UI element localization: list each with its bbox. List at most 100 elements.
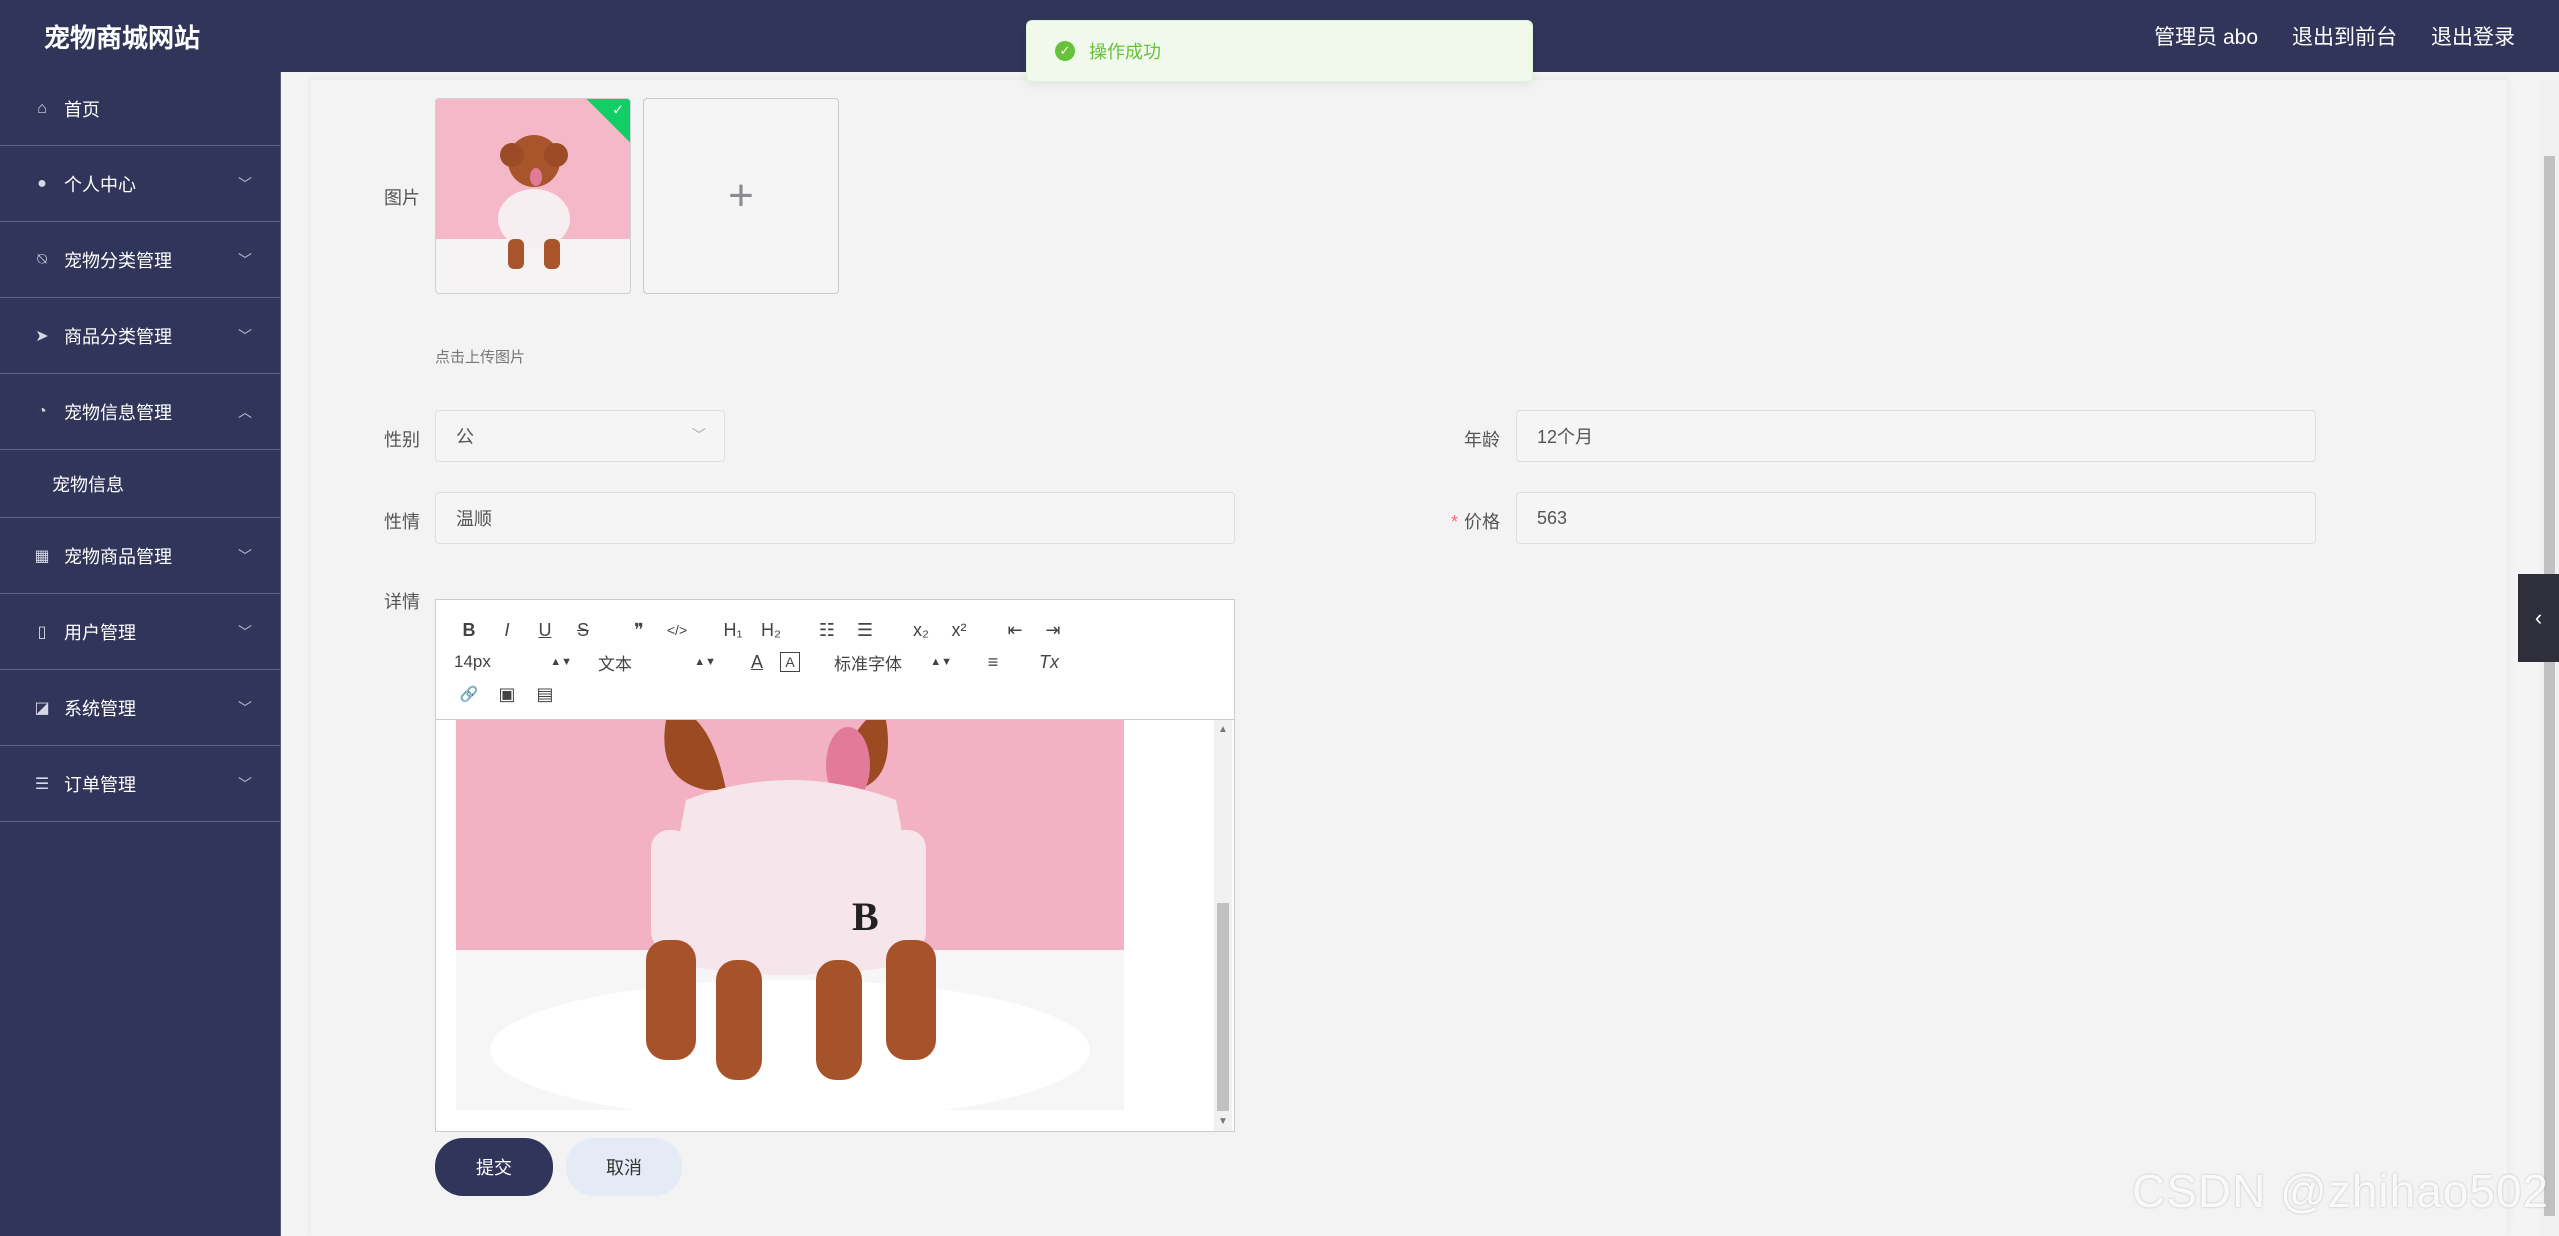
collapse-panel-button[interactable]: ‹ <box>2518 574 2559 662</box>
plus-icon: + <box>728 171 754 220</box>
bell-off-icon: ⍉ <box>37 250 47 268</box>
age-label: 年龄 <box>1464 430 1500 450</box>
sidebar-subitem-pet-info[interactable]: 宠物信息 <box>0 450 280 518</box>
gender-value: 公 <box>456 427 474 447</box>
svg-text:B: B <box>852 894 879 939</box>
chevron-down-icon: ﹀ <box>238 776 252 792</box>
bullet-list-button[interactable]: ☰ <box>850 617 880 643</box>
sidebar-item-users[interactable]: ▯ 用户管理 ﹀ <box>0 594 280 670</box>
sidebar-item-profile[interactable]: ● 个人中心 ﹀ <box>0 146 280 222</box>
exit-to-front-link[interactable]: 退出到前台 <box>2292 21 2397 51</box>
subscript-button[interactable]: x₂ <box>906 617 936 643</box>
font-family-value: 标准字体 <box>834 654 902 674</box>
user-icon: ● <box>37 174 47 192</box>
price-label-wrap: * 价格 <box>1440 508 1500 534</box>
upload-hint: 点击上传图片 <box>435 349 526 366</box>
font-color-button[interactable]: A <box>742 649 772 675</box>
font-family-select[interactable]: 标准字体 ▲▼ <box>834 649 952 675</box>
success-toast: ✓ 操作成功 <box>1026 20 1533 82</box>
blockquote-button[interactable]: ❞ <box>624 617 654 643</box>
rich-text-editor: B I U S ❞ </> H₁ H₂ ☷ ☰ x₂ x² ⇤ ⇥ 14px ▲… <box>435 599 1235 1132</box>
compass-icon: ◔ <box>37 402 47 420</box>
scroll-down-icon: ▼ <box>1218 1116 1228 1127</box>
sidebar-item-label: 用户管理 <box>64 622 136 643</box>
sidebar-item-system[interactable]: ◪ 系统管理 ﹀ <box>0 670 280 746</box>
price-value: 563 <box>1537 507 1568 528</box>
editor-dog-image: B <box>456 720 1124 1110</box>
dog-photo-image <box>436 99 630 293</box>
chevron-down-icon: ﹀ <box>238 328 252 344</box>
sidebar-item-goods-category[interactable]: ➤ 商品分类管理 ﹀ <box>0 298 280 374</box>
success-check-icon: ✓ <box>1055 41 1075 61</box>
editor-content-area[interactable]: B ▲ ▼ <box>436 720 1234 1131</box>
chevron-down-icon: ﹀ <box>238 624 252 640</box>
text-style-value: 文本 <box>598 654 632 674</box>
chevron-up-icon: ︿ <box>238 404 252 420</box>
scroll-up-icon: ▲ <box>1218 724 1228 735</box>
logout-link[interactable]: 退出登录 <box>2431 21 2515 51</box>
sidebar: ⌂ 首页 ● 个人中心 ﹀ ⍉ 宠物分类管理 ﹀ ➤ 商品分类管理 ﹀ ◔ 宠物… <box>0 72 281 1236</box>
heading2-button[interactable]: H₂ <box>756 617 786 643</box>
admin-user-label: 管理员 abo <box>2154 26 2258 49</box>
chevron-down-icon: ﹀ <box>238 700 252 716</box>
superscript-button[interactable]: x² <box>944 617 974 643</box>
required-mark: * <box>1450 512 1458 532</box>
font-size-select[interactable]: 14px ▲▼ <box>454 649 572 675</box>
background-color-button[interactable]: A <box>780 652 800 672</box>
strike-button[interactable]: S <box>568 617 598 643</box>
sidebar-item-label: 系统管理 <box>64 698 136 719</box>
image-label: 图片 <box>384 188 420 208</box>
editor-scroll-thumb[interactable] <box>1217 903 1229 1111</box>
price-label: 价格 <box>1464 512 1500 532</box>
temper-label: 性情 <box>384 512 420 532</box>
age-input[interactable]: 12个月 <box>1516 410 2316 462</box>
editor-scrollbar[interactable]: ▲ ▼ <box>1214 720 1232 1131</box>
sidebar-item-label: 商品分类管理 <box>64 326 172 347</box>
sidebar-item-label: 宠物信息管理 <box>64 402 172 423</box>
code-block-button[interactable]: </> <box>662 617 692 643</box>
image-button[interactable]: ▣ <box>492 681 522 707</box>
video-button[interactable]: ▤ <box>530 681 560 707</box>
uploaded-image-thumbnail[interactable]: ✓ <box>435 98 631 294</box>
price-input[interactable]: 563 <box>1516 492 2316 544</box>
updown-icon: ▲▼ <box>930 656 952 668</box>
link-icon: 🔗 <box>459 686 479 703</box>
link-button[interactable]: 🔗 <box>454 681 484 707</box>
sidebar-item-pet-goods[interactable]: ▦ 宠物商品管理 ﹀ <box>0 518 280 594</box>
watermark: CSDN @zhihao502 <box>2132 1165 2550 1217</box>
sidebar-item-pet-category[interactable]: ⍉ 宠物分类管理 ﹀ <box>0 222 280 298</box>
age-value: 12个月 <box>1537 427 1594 447</box>
grid-icon: ▦ <box>34 547 50 565</box>
clean-format-button[interactable]: Tx <box>1034 649 1064 675</box>
updown-icon: ▲▼ <box>694 656 716 668</box>
outdent-button[interactable]: ⇤ <box>1000 617 1030 643</box>
bold-button[interactable]: B <box>454 617 484 643</box>
heading1-button[interactable]: H₁ <box>718 617 748 643</box>
detail-label: 详情 <box>384 592 420 612</box>
ordered-list-button[interactable]: ☷ <box>812 617 842 643</box>
italic-button[interactable]: I <box>492 617 522 643</box>
cancel-button[interactable]: 取消 <box>566 1138 682 1196</box>
page-scroll-thumb[interactable] <box>2544 156 2555 1216</box>
submit-button[interactable]: 提交 <box>435 1138 553 1196</box>
indent-button[interactable]: ⇥ <box>1038 617 1068 643</box>
sidebar-subitem-label: 宠物信息 <box>52 474 124 495</box>
temper-input[interactable]: 温顺 <box>435 492 1235 544</box>
paper-plane-icon: ➤ <box>35 327 49 345</box>
align-button[interactable]: ≡ <box>978 649 1008 675</box>
sidebar-item-label: 首页 <box>64 99 100 120</box>
font-size-value: 14px <box>454 652 491 671</box>
sidebar-item-pet-info[interactable]: ◔ 宠物信息管理 ︿ <box>0 374 280 450</box>
text-style-select[interactable]: 文本 ▲▼ <box>598 649 716 675</box>
home-icon: ⌂ <box>37 99 47 117</box>
top-actions: 管理员 abo 退出到前台 退出登录 <box>2154 21 2515 51</box>
check-icon: ✓ <box>612 101 625 118</box>
gender-select[interactable]: 公 ﹀ <box>435 410 725 462</box>
sidebar-item-home[interactable]: ⌂ 首页 <box>0 72 280 146</box>
upload-image-button[interactable]: + <box>643 98 839 294</box>
video-icon: ▤ <box>536 683 554 704</box>
sidebar-item-orders[interactable]: ☰ 订单管理 ﹀ <box>0 746 280 822</box>
sidebar-item-label: 宠物商品管理 <box>64 546 172 567</box>
editor-toolbar: B I U S ❞ </> H₁ H₂ ☷ ☰ x₂ x² ⇤ ⇥ 14px ▲… <box>436 600 1234 720</box>
underline-button[interactable]: U <box>530 617 560 643</box>
